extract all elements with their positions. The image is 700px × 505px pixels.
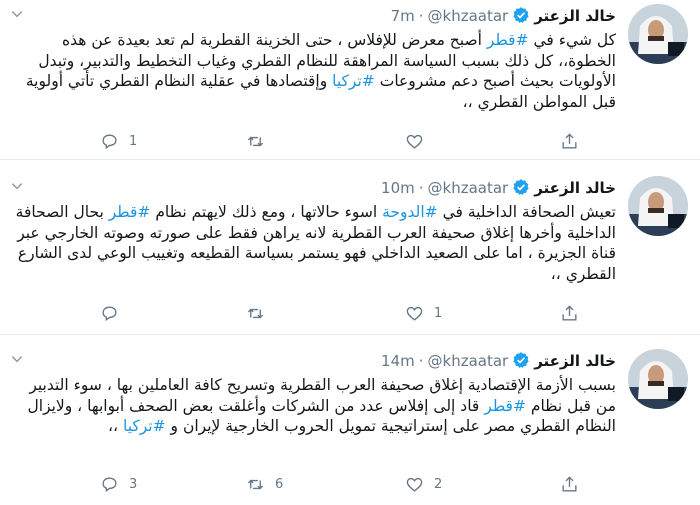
tweet-text: كل شيء في #قطر أصبح معرض للإفلاس ، حتى ا… xyxy=(12,30,616,112)
hashtag-link[interactable]: #الدوحة xyxy=(382,203,438,221)
separator-dot: · xyxy=(418,7,424,25)
verified-badge-icon xyxy=(512,351,530,369)
share-button[interactable] xyxy=(560,130,579,152)
like-count: 2 xyxy=(434,476,443,492)
heart-icon xyxy=(406,134,423,149)
verified-badge-icon xyxy=(512,6,530,24)
author-handle[interactable]: @khzaatar xyxy=(428,7,509,25)
reply-count: 1 xyxy=(129,133,138,149)
tweet[interactable]: خالد الزعتر @khzaatar·14m بسبب الأزمة الإ… xyxy=(0,345,700,505)
author-handle[interactable]: @khzaatar xyxy=(428,352,509,370)
separator-dot: · xyxy=(418,352,424,370)
tweet-feed: خالد الزعتر@khzaatar·7m كل شيء في #قطر أ… xyxy=(0,0,700,505)
hashtag-link[interactable]: #قطر xyxy=(487,31,529,49)
separator-dot: · xyxy=(418,179,424,197)
reply-icon xyxy=(102,133,117,149)
tweet-actions: 1 xyxy=(0,130,700,154)
retweet-icon xyxy=(247,479,264,489)
tweet-timestamp[interactable]: 7m xyxy=(391,7,415,25)
author-name[interactable]: خالد الزعتر xyxy=(534,7,616,25)
retweet-icon xyxy=(247,308,264,318)
like-button[interactable]: 1 xyxy=(405,302,442,324)
share-button[interactable] xyxy=(560,473,579,495)
like-button[interactable]: 2 xyxy=(405,473,442,495)
reply-icon xyxy=(102,305,117,321)
tweet-actions: 3 6 2 xyxy=(0,473,700,497)
chevron-down-icon[interactable] xyxy=(10,178,28,196)
hashtag-link[interactable]: #قطر xyxy=(109,203,151,221)
reply-button[interactable]: 1 xyxy=(100,130,137,152)
reply-icon xyxy=(102,476,117,492)
share-button[interactable] xyxy=(560,302,579,324)
verified-badge-icon xyxy=(512,178,530,196)
chevron-down-icon[interactable] xyxy=(10,351,28,369)
reply-button[interactable]: 3 xyxy=(100,473,137,495)
tweet-text: بسبب الأزمة الإقتصادية إغلاق صحيفة العرب… xyxy=(12,375,617,437)
retweet-count: 6 xyxy=(275,476,284,492)
author-name[interactable]: خالد الزعتر xyxy=(534,352,616,370)
tweet-text-segment: تعيش الصحافة الداخلية في xyxy=(437,203,616,221)
author-name[interactable]: خالد الزعتر xyxy=(534,179,616,197)
reply-button[interactable] xyxy=(100,302,129,324)
like-count: 1 xyxy=(434,305,443,321)
tweet-text-segment: ،، xyxy=(108,417,123,435)
like-button[interactable] xyxy=(405,130,434,152)
heart-icon xyxy=(406,477,423,492)
tweet-actions: 1 xyxy=(0,302,700,326)
tweet[interactable]: خالد الزعتر @khzaatar·10m تعيش الصحافة ال… xyxy=(0,172,700,335)
chevron-down-icon[interactable] xyxy=(10,6,28,24)
hashtag-link[interactable]: #قطر xyxy=(484,397,526,415)
share-icon xyxy=(562,304,577,321)
avatar[interactable] xyxy=(628,176,688,236)
author-handle[interactable]: @khzaatar xyxy=(428,179,509,197)
retweet-button[interactable]: 6 xyxy=(246,473,283,495)
tweet[interactable]: خالد الزعتر @khzaatar·7m كل شيء في #قطر أ… xyxy=(0,0,700,160)
retweet-button[interactable] xyxy=(246,130,275,152)
tweet-header: خالد الزعتر @khzaatar·7m xyxy=(391,6,616,26)
avatar[interactable] xyxy=(628,349,688,409)
tweet-text-segment: كل شيء في xyxy=(528,31,616,49)
hashtag-link[interactable]: #تركيا xyxy=(123,417,166,435)
retweet-icon xyxy=(247,136,264,146)
avatar[interactable] xyxy=(628,4,688,64)
heart-icon xyxy=(406,306,423,321)
tweet-timestamp[interactable]: 10m xyxy=(381,179,415,197)
share-icon xyxy=(562,132,577,149)
share-icon xyxy=(562,475,577,492)
tweet-header: خالد الزعتر @khzaatar·10m xyxy=(381,178,616,198)
retweet-button[interactable] xyxy=(246,302,275,324)
reply-count: 3 xyxy=(129,476,138,492)
tweet-timestamp[interactable]: 14m xyxy=(381,352,415,370)
hashtag-link[interactable]: #تركيا xyxy=(332,72,375,90)
tweet-text: تعيش الصحافة الداخلية في #الدوحة اسوء حا… xyxy=(12,202,616,284)
tweet-header: خالد الزعتر @khzaatar·14m xyxy=(381,351,616,371)
tweet-text-segment: اسوء حالاتها ، ومع ذلك لايهتم نظام xyxy=(150,203,383,221)
